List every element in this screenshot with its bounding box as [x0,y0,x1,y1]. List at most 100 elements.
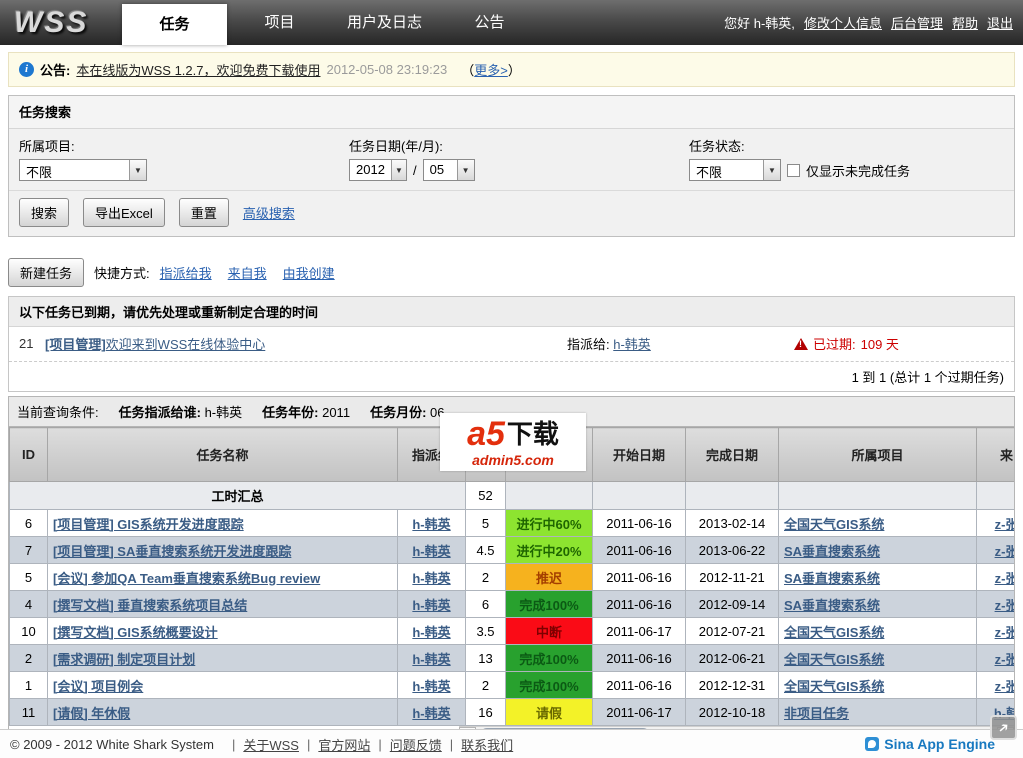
task-table-zone: 当前查询条件: 任务指派给谁: h-韩英 任务年份: 2011 任务月份: 06… [8,396,1015,744]
copyright-text: © 2009 - 2012 White Shark System [10,737,214,752]
task-project-link[interactable]: 全国天气GIS系统 [784,679,884,694]
sae-logo[interactable]: Sina App Engine ➔ [865,736,1013,752]
more-prefix: （ [461,63,474,78]
announcement-link[interactable]: 本在线版为WSS 1.2.7，欢迎免费下载使用 [76,60,320,79]
task-assignee-link[interactable]: h-韩英 [412,517,450,532]
task-name-link[interactable]: [需求调研] 制定项目计划 [53,652,195,667]
task-from-link[interactable]: z-张 [995,571,1014,586]
task-name-link[interactable]: [撰写文档] 垂直搜索系统项目总结 [53,598,247,613]
task-from-link[interactable]: z-张 [995,544,1014,559]
assignee-link[interactable]: h-韩英 [613,337,651,352]
export-excel-button[interactable]: 导出Excel [83,198,165,227]
month-select[interactable]: 05 ▼ [423,159,475,181]
share-icon[interactable]: ➔ [990,715,1017,740]
search-button[interactable]: 搜索 [19,198,69,227]
footer-link[interactable]: 关于WSS [243,735,299,754]
nav-tab[interactable]: 项目 [227,0,332,45]
task-end-date: 2013-02-14 [686,510,779,537]
overdue-task-id: 21 [19,336,45,351]
assignee-label: 指派给: [567,337,610,352]
task-status-badge: 推迟 [506,564,593,591]
footer-separator: | [232,737,235,752]
footer-link[interactable]: 官方网站 [318,735,370,754]
more-link[interactable]: 更多> [474,63,508,78]
shortcut-label: 快捷方式: [94,263,150,282]
task-from-link[interactable]: z-张 [995,625,1014,640]
table-row: 4 [撰写文档] 垂直搜索系统项目总结 h-韩英 6 完成100% 2011-0… [10,591,1015,618]
table-row: 1 [会议] 项目例会 h-韩英 2 完成100% 2011-06-16 201… [10,672,1015,699]
incomplete-only-checkbox[interactable] [787,164,800,177]
task-project-link[interactable]: SA垂直搜索系统 [784,571,880,586]
task-hours: 2 [466,672,506,699]
task-project-link[interactable]: 非项目任务 [784,706,849,721]
overdue-task-link[interactable]: [项目管理]欢迎来到WSS在线体验中心 [45,334,265,353]
task-from-link[interactable]: z-张 [995,517,1014,532]
task-assignee-link[interactable]: h-韩英 [412,652,450,667]
task-from-link[interactable]: z-张 [995,652,1014,667]
top-link[interactable]: 后台管理 [891,13,943,32]
top-link[interactable]: 修改个人信息 [804,13,882,32]
task-start-date: 2011-06-16 [593,591,686,618]
task-status-badge: 中断 [506,618,593,645]
announcement-label: 公告: [40,60,70,79]
nav-tab[interactable]: 用户及日志 [332,0,437,45]
chevron-down-icon[interactable]: ▼ [457,160,474,180]
task-from-link[interactable]: z-张 [995,679,1014,694]
chevron-down-icon[interactable]: ▼ [391,160,406,180]
chevron-down-icon[interactable]: ▼ [129,160,146,180]
year-select[interactable]: 2012 ▼ [349,159,407,181]
shortcut-link[interactable]: 由我创建 [283,263,335,282]
footer-link[interactable]: 问题反馈 [390,735,442,754]
task-assignee-link[interactable]: h-韩英 [412,544,450,559]
table-row: 7 [项目管理] SA垂直搜索系统开发进度跟踪 h-韩英 4.5 进行中20% … [10,537,1015,564]
task-from-link[interactable]: z-张 [995,598,1014,613]
column-header: 来 [977,428,1015,482]
reset-button[interactable]: 重置 [179,198,229,227]
task-assignee-link[interactable]: h-韩英 [412,706,450,721]
footer-link[interactable]: 联系我们 [461,735,513,754]
task-hours: 6 [466,591,506,618]
task-name-link[interactable]: [会议] 参加QA Team垂直搜索系统Bug review [53,571,320,586]
top-nav: WSS 任务 项目 用户及日志 公告 您好 h-韩英, 修改个人信息 后台管理 … [0,0,1023,45]
task-name-link[interactable]: [项目管理] SA垂直搜索系统开发进度跟踪 [53,544,291,559]
task-name-link[interactable]: [撰写文档] GIS系统概要设计 [53,625,218,640]
main-tabs: 任务 项目 用户及日志 公告 [122,0,542,45]
task-status-badge: 请假 [506,699,593,726]
nav-tab[interactable]: 公告 [437,0,542,45]
chevron-down-icon[interactable]: ▼ [763,160,780,180]
task-assignee-link[interactable]: h-韩英 [412,679,450,694]
top-link[interactable]: 帮助 [952,13,978,32]
task-project-link[interactable]: 全国天气GIS系统 [784,517,884,532]
task-project-link[interactable]: SA垂直搜索系统 [784,544,880,559]
task-project-link[interactable]: 全国天气GIS系统 [784,625,884,640]
new-task-button[interactable]: 新建任务 [8,258,84,287]
task-start-date: 2011-06-16 [593,564,686,591]
info-icon: i [19,62,34,77]
project-filter-select[interactable]: 不限 ▼ [19,159,147,181]
task-assignee-link[interactable]: h-韩英 [412,625,450,640]
task-project-link[interactable]: SA垂直搜索系统 [784,598,880,613]
advanced-search-link[interactable]: 高级搜索 [243,203,295,222]
admin5-watermark: a5 下载 admin5.com [440,413,586,471]
task-end-date: 2012-07-21 [686,618,779,645]
task-status-badge: 进行中60% [506,510,593,537]
task-project-link[interactable]: 全国天气GIS系统 [784,652,884,667]
task-assignee-link[interactable]: h-韩英 [412,598,450,613]
task-start-date: 2011-06-16 [593,672,686,699]
table-row: 11 [请假] 年休假 h-韩英 16 请假 2011-06-17 2012-1… [10,699,1015,726]
task-name-link[interactable]: [项目管理] GIS系统开发进度跟踪 [53,517,244,532]
task-assignee-link[interactable]: h-韩英 [412,571,450,586]
task-table-container: ID 任务名称 指派给 开始日期 完成日期 [9,427,1014,743]
task-end-date: 2012-10-18 [686,699,779,726]
nav-tab[interactable]: 任务 [122,4,227,45]
shortcut-link[interactable]: 指派给我 [160,263,212,282]
status-filter-select[interactable]: 不限 ▼ [689,159,781,181]
top-link[interactable]: 退出 [987,13,1013,32]
task-end-date: 2012-11-21 [686,564,779,591]
task-table: ID 任务名称 指派给 开始日期 完成日期 [9,427,1014,726]
task-end-date: 2012-12-31 [686,672,779,699]
task-name-link[interactable]: [请假] 年休假 [53,706,130,721]
shortcut-link[interactable]: 来自我 [228,263,267,282]
task-name-link[interactable]: [会议] 项目例会 [53,679,143,694]
query-criterion: 任务指派给谁: h-韩英 [119,402,243,421]
